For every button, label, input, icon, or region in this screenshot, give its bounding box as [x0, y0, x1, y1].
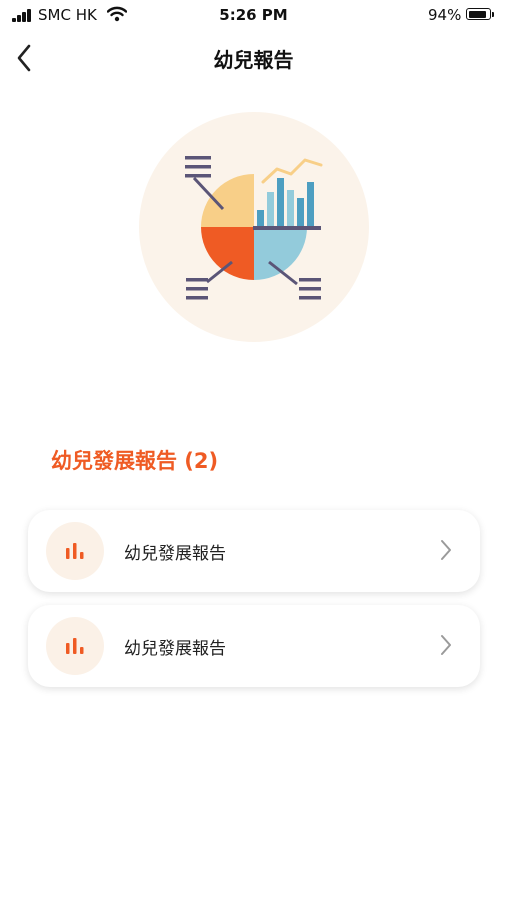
battery-icon — [466, 8, 491, 20]
bar-chart-icon — [66, 543, 84, 559]
report-card[interactable]: 幼兒發展報告 — [28, 605, 480, 687]
section-title: 幼兒發展報告 (2) — [51, 449, 219, 473]
report-illustration — [139, 112, 369, 342]
chevron-right-icon — [441, 540, 451, 560]
report-icon-circle — [46, 522, 104, 580]
report-label: 幼兒發展報告 — [124, 639, 226, 659]
report-card[interactable]: 幼兒發展報告 — [28, 510, 480, 592]
battery-percentage: 94% — [428, 6, 462, 24]
page-title: 幼兒報告 — [213, 48, 294, 72]
report-label: 幼兒發展報告 — [124, 544, 226, 564]
status-bar: SMC HK 5:26 PM 94% — [0, 0, 507, 32]
report-icon-circle — [46, 617, 104, 675]
bar-chart-icon — [66, 638, 84, 654]
navigation-bar: 幼兒報告 — [0, 32, 507, 84]
chevron-right-icon — [441, 635, 451, 655]
battery-cap — [492, 12, 494, 17]
